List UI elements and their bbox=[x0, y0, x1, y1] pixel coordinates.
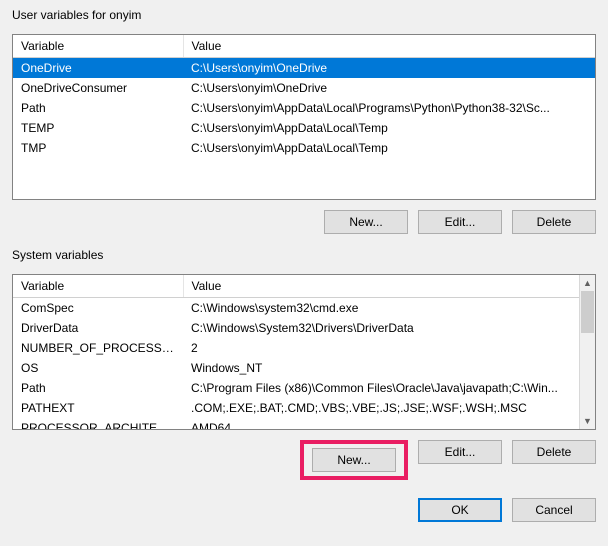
table-row[interactable]: DriverDataC:\Windows\System32\Drivers\Dr… bbox=[13, 318, 579, 338]
user-new-button[interactable]: New... bbox=[324, 210, 408, 234]
cell-value: C:\Windows\System32\Drivers\DriverData bbox=[183, 318, 579, 338]
cell-value: C:\Users\onyim\AppData\Local\Temp bbox=[183, 118, 595, 138]
user-delete-button[interactable]: Delete bbox=[512, 210, 596, 234]
col-variable[interactable]: Variable bbox=[13, 275, 183, 298]
cell-variable: NUMBER_OF_PROCESSORS bbox=[13, 338, 183, 358]
table-row[interactable]: OSWindows_NT bbox=[13, 358, 579, 378]
system-edit-button[interactable]: Edit... bbox=[418, 440, 502, 464]
user-vars-group-label: User variables for onyim bbox=[12, 8, 596, 22]
cell-value: .COM;.EXE;.BAT;.CMD;.VBS;.VBE;.JS;.JSE;.… bbox=[183, 398, 579, 418]
table-row[interactable]: PROCESSOR_ARCHITECTUREAMD64 bbox=[13, 418, 579, 429]
table-header-row: Variable Value bbox=[13, 275, 579, 298]
cancel-button[interactable]: Cancel bbox=[512, 498, 596, 522]
system-vars-table[interactable]: Variable Value ComSpecC:\Windows\system3… bbox=[12, 274, 596, 430]
cell-value: 2 bbox=[183, 338, 579, 358]
highlight-annotation: New... bbox=[300, 440, 408, 480]
table-row[interactable]: PathC:\Program Files (x86)\Common Files\… bbox=[13, 378, 579, 398]
table-row[interactable]: PathC:\Users\onyim\AppData\Local\Program… bbox=[13, 98, 595, 118]
table-row[interactable]: PATHEXT.COM;.EXE;.BAT;.CMD;.VBS;.VBE;.JS… bbox=[13, 398, 579, 418]
table-header-row: Variable Value bbox=[13, 35, 595, 58]
system-vars-group-label: System variables bbox=[12, 248, 596, 262]
cell-variable: TEMP bbox=[13, 118, 183, 138]
scroll-down-icon[interactable]: ▼ bbox=[580, 413, 595, 429]
cell-variable: TMP bbox=[13, 138, 183, 158]
cell-value: C:\Users\onyim\AppData\Local\Programs\Py… bbox=[183, 98, 595, 118]
system-vars-button-row: New... Edit... Delete bbox=[12, 440, 596, 480]
cell-value: C:\Users\onyim\OneDrive bbox=[183, 78, 595, 98]
table-row[interactable]: OneDriveC:\Users\onyim\OneDrive bbox=[13, 58, 595, 79]
cell-variable: ComSpec bbox=[13, 298, 183, 319]
system-vars-scrollbar[interactable]: ▲ ▼ bbox=[579, 275, 595, 429]
cell-value: AMD64 bbox=[183, 418, 579, 429]
cell-variable: OneDrive bbox=[13, 58, 183, 79]
cell-value: C:\Program Files (x86)\Common Files\Orac… bbox=[183, 378, 579, 398]
cell-value: C:\Windows\system32\cmd.exe bbox=[183, 298, 579, 319]
cell-value: C:\Users\onyim\AppData\Local\Temp bbox=[183, 138, 595, 158]
cell-variable: Path bbox=[13, 98, 183, 118]
table-row[interactable]: ComSpecC:\Windows\system32\cmd.exe bbox=[13, 298, 579, 319]
scroll-up-icon[interactable]: ▲ bbox=[580, 275, 595, 291]
cell-value: C:\Users\onyim\OneDrive bbox=[183, 58, 595, 79]
user-vars-table[interactable]: Variable Value OneDriveC:\Users\onyim\On… bbox=[12, 34, 596, 200]
user-edit-button[interactable]: Edit... bbox=[418, 210, 502, 234]
col-value[interactable]: Value bbox=[183, 275, 579, 298]
ok-button[interactable]: OK bbox=[418, 498, 502, 522]
user-vars-button-row: New... Edit... Delete bbox=[12, 210, 596, 234]
scroll-thumb[interactable] bbox=[581, 291, 594, 333]
table-row[interactable]: TMPC:\Users\onyim\AppData\Local\Temp bbox=[13, 138, 595, 158]
system-new-button[interactable]: New... bbox=[312, 448, 396, 472]
cell-variable: Path bbox=[13, 378, 183, 398]
cell-variable: PROCESSOR_ARCHITECTURE bbox=[13, 418, 183, 429]
col-value[interactable]: Value bbox=[183, 35, 595, 58]
col-variable[interactable]: Variable bbox=[13, 35, 183, 58]
dialog-footer: OK Cancel bbox=[12, 498, 596, 522]
cell-variable: PATHEXT bbox=[13, 398, 183, 418]
table-row[interactable]: OneDriveConsumerC:\Users\onyim\OneDrive bbox=[13, 78, 595, 98]
cell-variable: DriverData bbox=[13, 318, 183, 338]
cell-variable: OS bbox=[13, 358, 183, 378]
cell-value: Windows_NT bbox=[183, 358, 579, 378]
cell-variable: OneDriveConsumer bbox=[13, 78, 183, 98]
system-delete-button[interactable]: Delete bbox=[512, 440, 596, 464]
table-row[interactable]: NUMBER_OF_PROCESSORS2 bbox=[13, 338, 579, 358]
table-row[interactable]: TEMPC:\Users\onyim\AppData\Local\Temp bbox=[13, 118, 595, 138]
